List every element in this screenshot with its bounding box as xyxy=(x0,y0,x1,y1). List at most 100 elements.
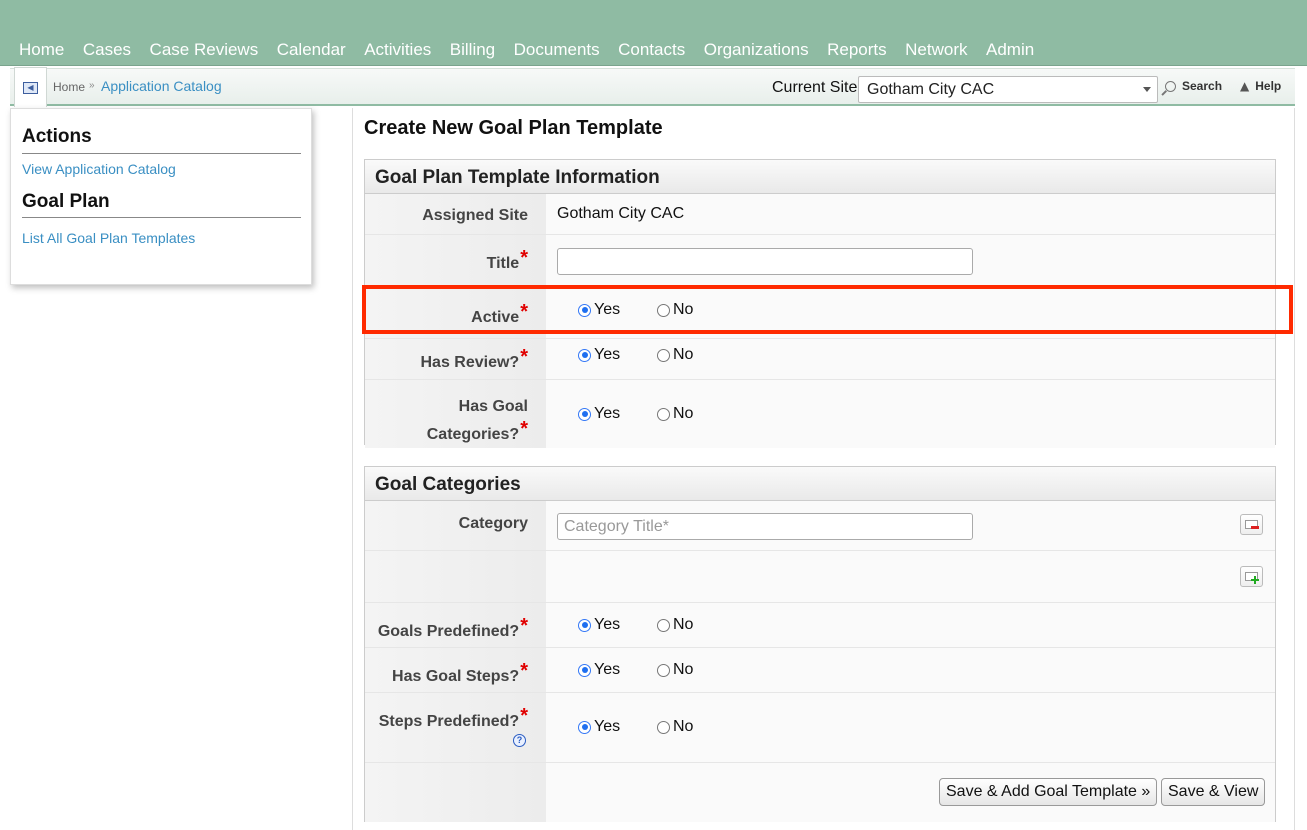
field-label xyxy=(365,763,546,822)
field-value: Save & Add Goal Template » Save & View xyxy=(546,763,1275,822)
save-view-button[interactable]: Save & View xyxy=(1161,778,1266,806)
nav-item-home[interactable]: Home xyxy=(19,40,64,60)
title-row: Title* xyxy=(365,235,1275,287)
highlight-box xyxy=(362,285,1293,334)
radio-label: No xyxy=(673,405,694,422)
current-site-label: Current Site xyxy=(772,79,858,96)
search-link[interactable]: Search xyxy=(1165,79,1222,93)
required-marker: * xyxy=(520,615,528,637)
field-value: Gotham City CAC xyxy=(546,194,1275,234)
help-link[interactable]: ▲ Help xyxy=(1240,79,1281,93)
nav-item-reports[interactable]: Reports xyxy=(827,40,887,60)
assigned-site-row: Assigned Site Gotham City CAC xyxy=(365,194,1275,235)
radio-label: Yes xyxy=(594,661,621,678)
help-question-icon[interactable]: ? xyxy=(513,734,526,747)
goals-predefined-label: Goals Predefined? xyxy=(377,623,520,640)
section-heading: Goal Plan Template Information xyxy=(365,160,1275,194)
main-content: Create New Goal Plan Template Goal Plan … xyxy=(352,108,1295,830)
main-menu: Home Cases Case Reviews Calendar Activit… xyxy=(19,40,1053,60)
radio-checked-icon xyxy=(578,663,591,677)
save-add-goal-template-button[interactable]: Save & Add Goal Template » xyxy=(939,778,1158,806)
sidebar-toggle-button[interactable]: ◀ xyxy=(14,67,47,107)
nav-item-network[interactable]: Network xyxy=(905,40,967,60)
field-label xyxy=(365,551,546,602)
radio-label: No xyxy=(673,616,694,633)
radio-checked-icon xyxy=(578,618,591,632)
form-actions-row: Save & Add Goal Template » Save & View xyxy=(365,763,1275,822)
nav-item-billing[interactable]: Billing xyxy=(450,40,495,60)
has-goal-categories-yes-radio[interactable]: Yes xyxy=(578,405,620,423)
field-label: Has Goal Steps?* xyxy=(365,648,546,692)
radio-unchecked-icon xyxy=(657,407,670,421)
nav-item-activities[interactable]: Activities xyxy=(364,40,431,60)
nav-item-organizations[interactable]: Organizations xyxy=(704,40,809,60)
list-all-goal-plan-templates-link[interactable]: List All Goal Plan Templates xyxy=(22,230,195,246)
field-label: Steps Predefined?* ? xyxy=(365,693,546,762)
field-label: Category xyxy=(365,501,546,550)
field-label: Has Review?* xyxy=(365,339,546,379)
field-label: Has Goal Categories?* xyxy=(365,380,546,448)
field-value: Yes No xyxy=(546,648,1275,692)
radio-checked-icon xyxy=(578,407,591,421)
category-title-input[interactable]: Category Title* xyxy=(557,513,973,540)
add-category-button[interactable] xyxy=(1240,566,1263,587)
section-heading: Goal Categories xyxy=(365,467,1275,501)
field-value: Category Title* xyxy=(546,501,1275,550)
has-goal-categories-no-radio[interactable]: No xyxy=(657,405,693,423)
steps-predefined-yes-radio[interactable]: Yes xyxy=(578,718,620,736)
field-label: Goals Predefined?* xyxy=(365,603,546,647)
nav-item-documents[interactable]: Documents xyxy=(514,40,600,60)
required-marker: * xyxy=(520,418,528,440)
assigned-site-value: Gotham City CAC xyxy=(557,205,685,222)
sidebar: Actions View Application Catalog Goal Pl… xyxy=(10,108,312,285)
breadcrumb-home-link[interactable]: Home xyxy=(53,80,85,94)
nav-item-calendar[interactable]: Calendar xyxy=(277,40,346,60)
assigned-site-label: Assigned Site xyxy=(422,207,528,224)
nav-item-case-reviews[interactable]: Case Reviews xyxy=(150,40,259,60)
breadcrumb-separator: » xyxy=(89,80,95,91)
radio-label: Yes xyxy=(594,616,621,633)
has-review-row: Has Review?* Yes No xyxy=(365,339,1275,380)
chevron-down-icon xyxy=(1143,87,1151,92)
has-review-yes-radio[interactable]: Yes xyxy=(578,346,620,364)
actions-heading: Actions xyxy=(22,126,92,147)
minus-icon xyxy=(1251,526,1259,529)
goal-plan-heading: Goal Plan xyxy=(22,191,110,212)
view-application-catalog-link[interactable]: View Application Catalog xyxy=(22,161,176,177)
has-goal-categories-label-line2: Categories? xyxy=(426,426,520,443)
field-value: Yes No xyxy=(546,693,1275,762)
required-marker: * xyxy=(520,660,528,682)
required-marker: * xyxy=(520,247,528,269)
has-goal-steps-row: Has Goal Steps?* Yes No xyxy=(365,648,1275,693)
radio-unchecked-icon xyxy=(657,618,670,632)
radio-checked-icon xyxy=(578,348,591,362)
help-icon: ▲ xyxy=(1240,79,1250,93)
remove-category-button[interactable] xyxy=(1240,514,1263,535)
nav-item-cases[interactable]: Cases xyxy=(83,40,131,60)
nav-item-contacts[interactable]: Contacts xyxy=(618,40,685,60)
collapse-sidebar-icon: ◀ xyxy=(23,81,38,94)
search-icon xyxy=(1165,80,1176,92)
has-goal-steps-no-radio[interactable]: No xyxy=(657,661,693,679)
field-value xyxy=(546,551,1275,602)
has-review-no-radio[interactable]: No xyxy=(657,346,693,364)
goals-predefined-no-radio[interactable]: No xyxy=(657,616,693,634)
radio-label: Yes xyxy=(594,405,621,422)
breadcrumb-application-catalog-link[interactable]: Application Catalog xyxy=(101,78,222,94)
current-site-select[interactable]: Gotham City CAC xyxy=(858,76,1158,103)
top-navigation: Home Cases Case Reviews Calendar Activit… xyxy=(0,0,1307,66)
field-value: Yes No xyxy=(546,380,1275,448)
nav-item-admin[interactable]: Admin xyxy=(986,40,1034,60)
radio-unchecked-icon xyxy=(657,720,670,734)
divider xyxy=(22,217,301,218)
category-label: Category xyxy=(458,515,528,532)
search-label: Search xyxy=(1182,79,1223,93)
steps-predefined-no-radio[interactable]: No xyxy=(657,718,693,736)
title-input[interactable] xyxy=(557,248,973,275)
field-label: Title* xyxy=(365,235,546,286)
has-goal-steps-yes-radio[interactable]: Yes xyxy=(578,661,620,679)
radio-label: No xyxy=(673,346,694,363)
goal-categories-section: Goal Categories Category Category Title*… xyxy=(364,466,1276,822)
page-title: Create New Goal Plan Template xyxy=(364,117,663,139)
goals-predefined-yes-radio[interactable]: Yes xyxy=(578,616,620,634)
